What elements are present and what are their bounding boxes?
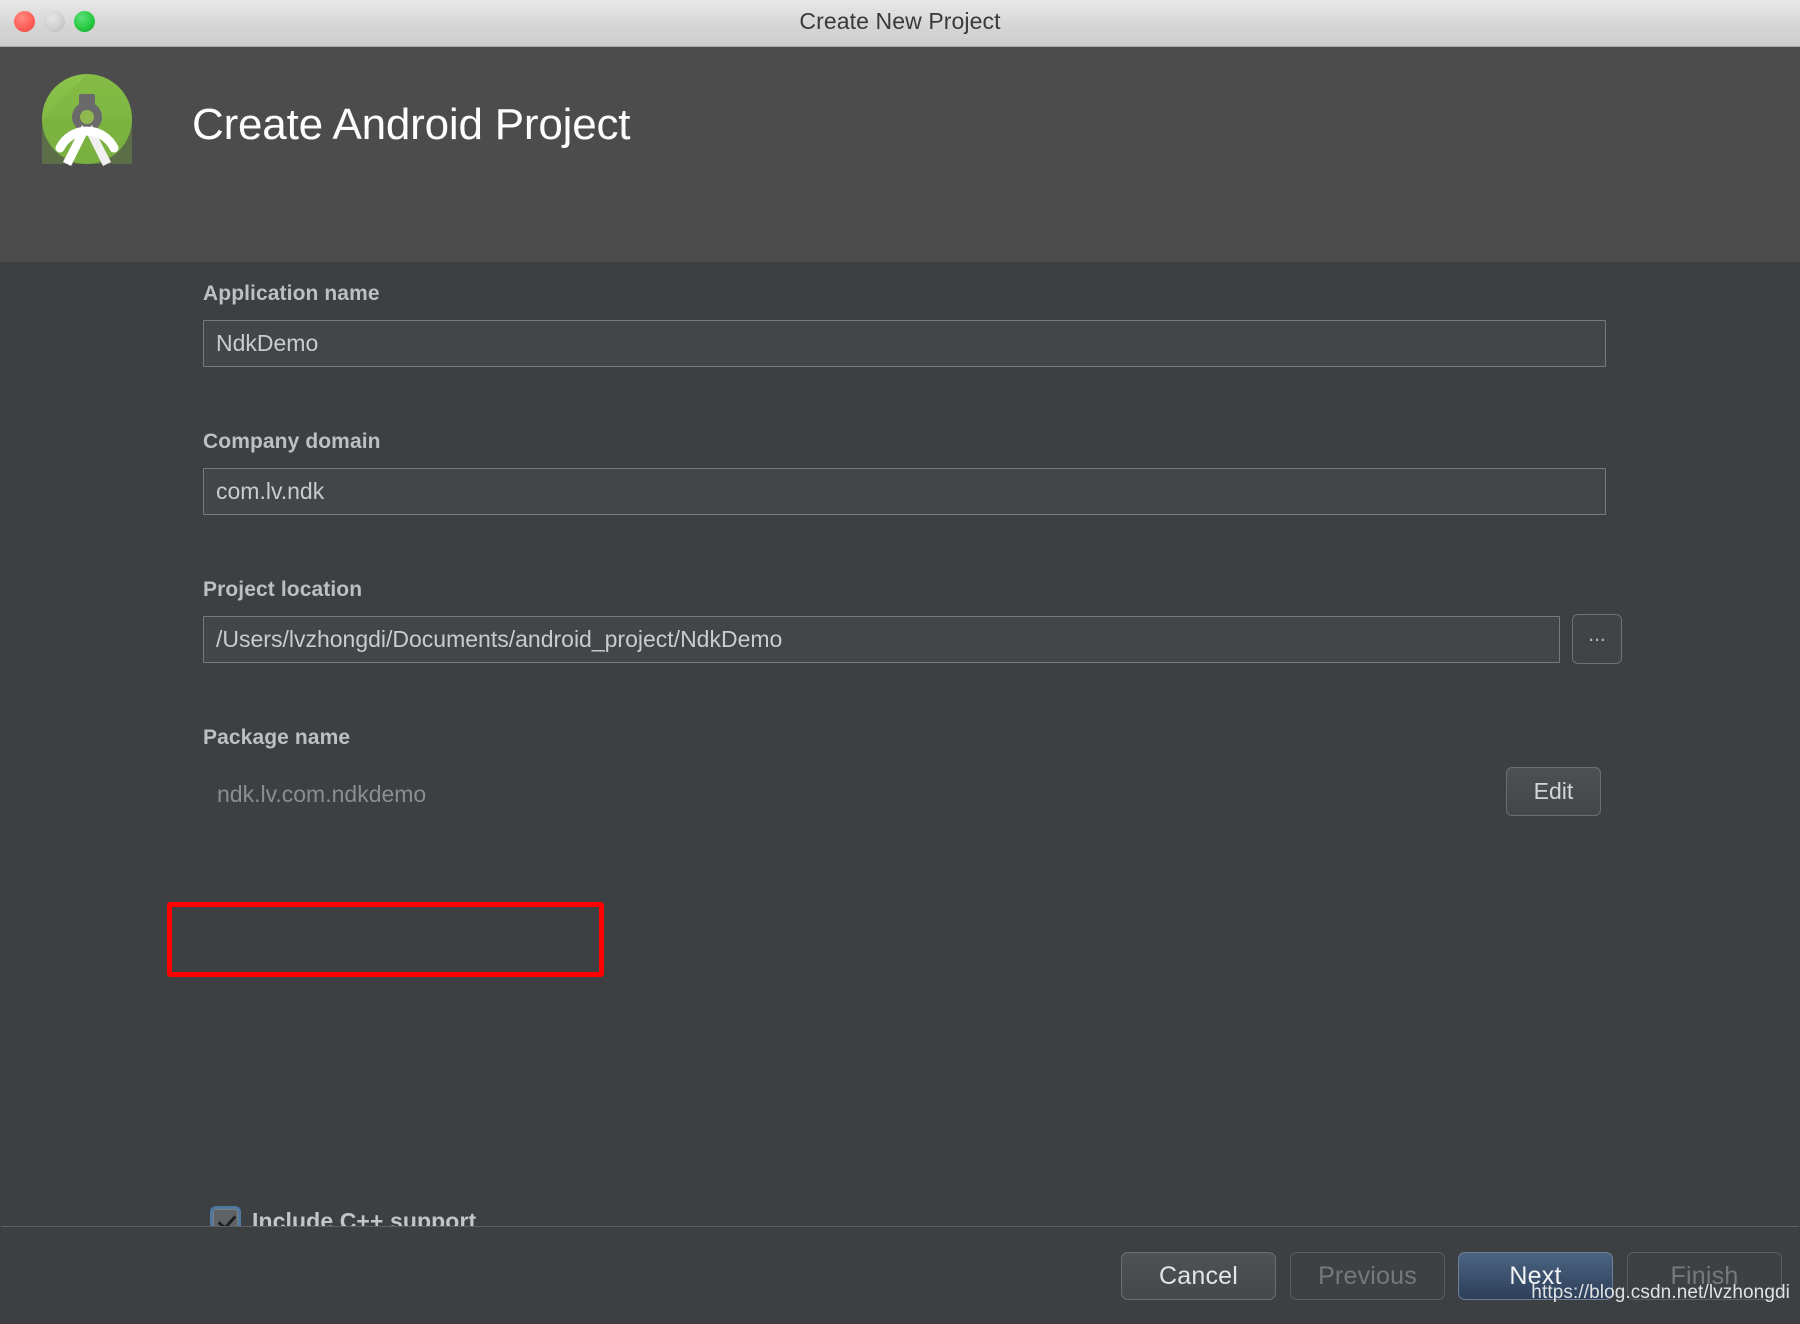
watermark-text: https://blog.csdn.net/lvzhongdi [1531, 1282, 1790, 1303]
application-name-label: Application name [203, 282, 380, 305]
android-studio-icon [38, 70, 136, 168]
wizard-footer: Cancel Previous Next Finish [0, 1227, 1800, 1324]
cancel-button[interactable]: Cancel [1121, 1252, 1276, 1300]
application-name-input[interactable]: NdkDemo [203, 320, 1606, 367]
wizard-body: Application name NdkDemo Company domain … [0, 262, 1800, 1284]
company-domain-input[interactable]: com.lv.ndk [203, 468, 1606, 515]
browse-project-location-button[interactable]: ... [1572, 614, 1622, 664]
window-titlebar: Create New Project [0, 0, 1800, 47]
edit-package-name-button[interactable]: Edit [1506, 767, 1601, 816]
project-location-label: Project location [203, 578, 363, 601]
project-location-input[interactable]: /Users/lvzhongdi/Documents/android_proje… [203, 616, 1560, 663]
wizard-header: Create Android Project [0, 47, 1800, 262]
window-title: Create New Project [799, 8, 1001, 34]
package-name-label: Package name [203, 726, 351, 749]
annotation-highlight-box [167, 902, 604, 977]
package-name-value: ndk.lv.com.ndkdemo [217, 781, 427, 807]
company-domain-label: Company domain [203, 430, 381, 453]
previous-button[interactable]: Previous [1290, 1252, 1445, 1300]
page-title: Create Android Project [192, 100, 631, 149]
create-new-project-dialog: Create New Project Create Android Projec… [0, 0, 1800, 1324]
